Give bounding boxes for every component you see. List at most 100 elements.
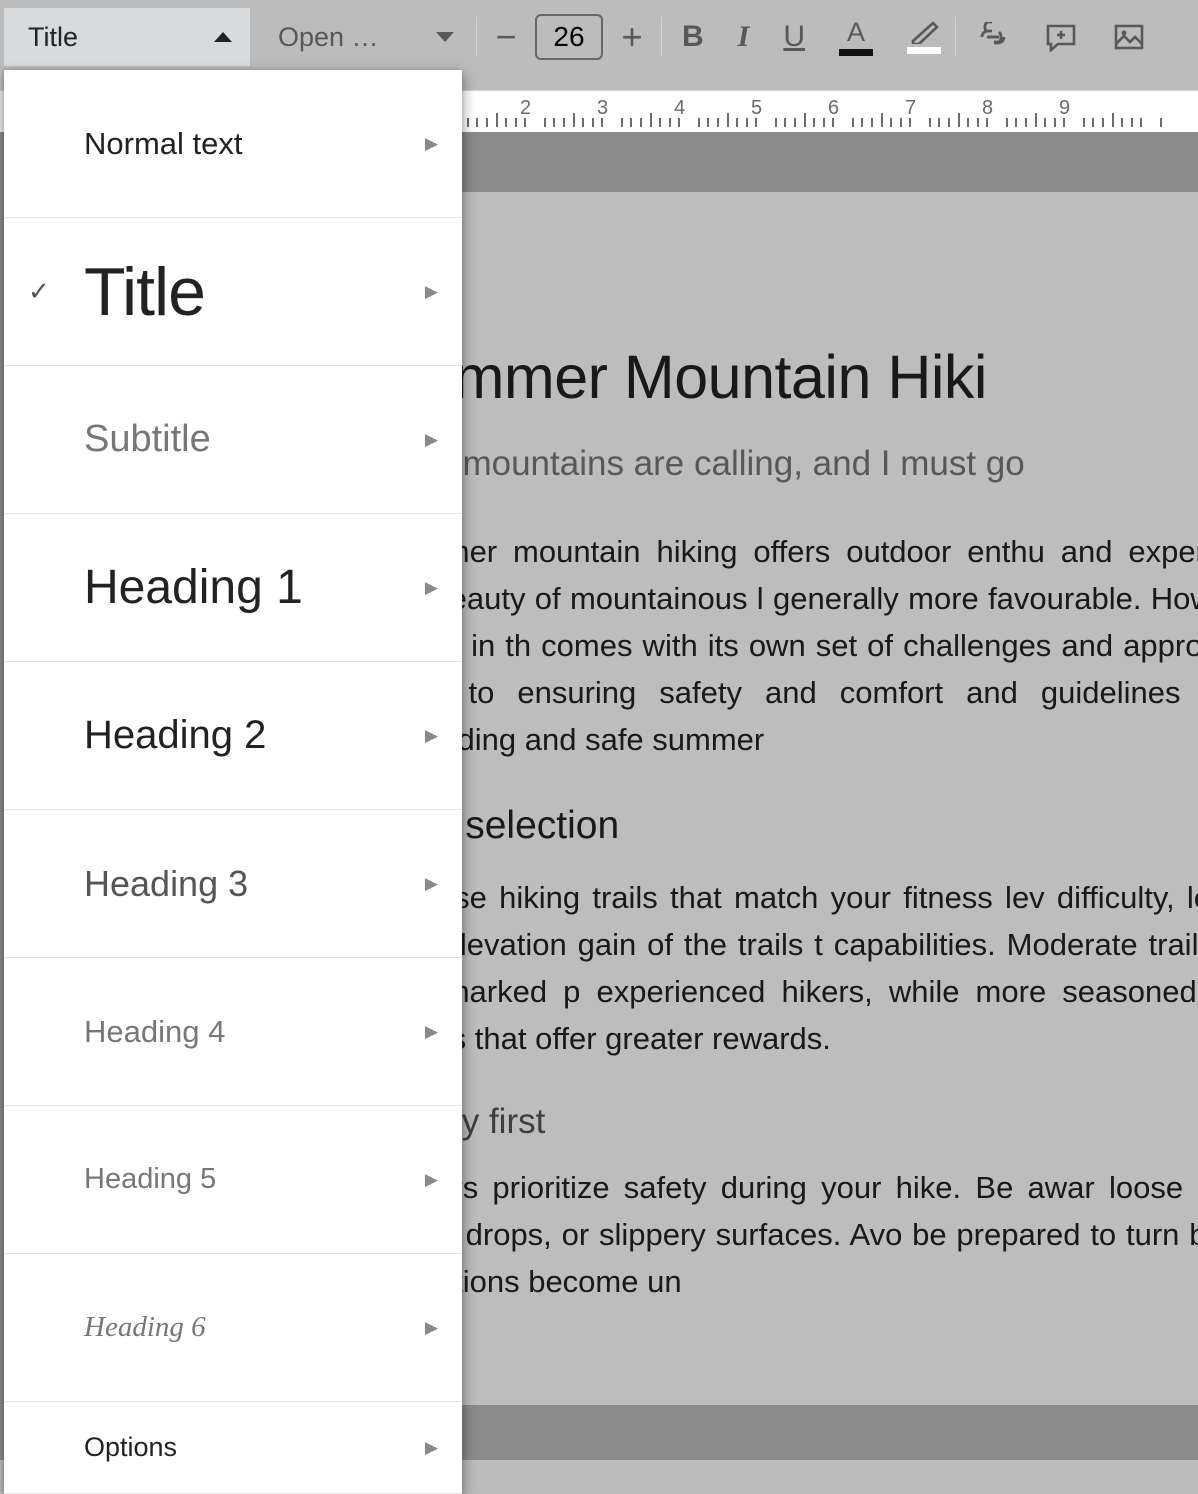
menu-item-label: Heading 6 — [78, 1311, 425, 1344]
comment-icon — [1044, 22, 1078, 52]
toolbar-separator — [476, 17, 477, 57]
menu-item-label: Heading 1 — [78, 560, 425, 615]
chevron-down-icon — [436, 32, 454, 42]
submenu-arrow-icon: ▶ — [425, 1438, 438, 1458]
ruler-tick — [582, 118, 584, 127]
style-menu-item[interactable]: Heading 3▶ — [4, 810, 462, 958]
ruler-tick — [467, 118, 469, 127]
ruler-tick — [804, 113, 806, 127]
ruler-number: 2 — [520, 97, 531, 120]
submenu-arrow-icon: ▶ — [425, 1022, 438, 1042]
toolbar-separator — [955, 17, 956, 57]
ruler-tick — [1006, 118, 1008, 127]
formatting-toolbar: Title Open … − + B I U A — [4, 8, 1198, 66]
ruler-tick — [852, 118, 854, 127]
ruler-tick — [717, 118, 719, 127]
ruler-tick — [784, 118, 786, 127]
ruler-tick — [881, 113, 883, 127]
horizontal-ruler[interactable]: 123456789 — [380, 90, 1198, 134]
ruler-tick — [707, 118, 709, 127]
ruler-tick — [486, 118, 488, 127]
toolbar-separator — [661, 17, 662, 57]
ruler-number: 8 — [982, 97, 993, 120]
style-options-item[interactable]: Options ▶ — [4, 1402, 462, 1494]
decrease-font-size-button[interactable]: − — [491, 16, 521, 58]
ruler-tick — [553, 118, 555, 127]
add-comment-button[interactable] — [1044, 22, 1078, 52]
menu-item-label: Heading 3 — [78, 863, 425, 905]
increase-font-size-button[interactable]: + — [617, 16, 647, 58]
ruler-tick — [496, 113, 498, 127]
paragraph-style-label: Title — [28, 22, 78, 53]
ruler-tick — [1015, 118, 1017, 127]
submenu-arrow-icon: ▶ — [425, 578, 438, 598]
image-icon — [1112, 22, 1146, 52]
ruler-tick — [621, 118, 623, 127]
ruler-tick — [1140, 118, 1142, 127]
ruler-tick — [823, 118, 825, 127]
underline-button[interactable]: U — [783, 20, 805, 54]
link-icon — [976, 22, 1010, 52]
ruler-number: 7 — [905, 97, 916, 120]
ruler-tick — [871, 118, 873, 127]
ruler-tick — [669, 118, 671, 127]
menu-item-label: Title — [78, 253, 425, 331]
ruler-tick — [573, 113, 575, 127]
ruler-tick — [592, 118, 594, 127]
submenu-arrow-icon: ▶ — [425, 726, 438, 746]
submenu-arrow-icon: ▶ — [425, 1170, 438, 1190]
submenu-arrow-icon: ▶ — [425, 134, 438, 154]
ruler-number: 4 — [674, 97, 685, 120]
paragraph-style-dropdown[interactable]: Title — [4, 8, 250, 66]
ruler-tick — [890, 118, 892, 127]
font-family-dropdown[interactable]: Open … — [270, 8, 462, 66]
ruler-tick — [794, 118, 796, 127]
chevron-up-icon — [214, 32, 232, 42]
ruler-tick — [476, 118, 478, 127]
style-menu-item[interactable]: Heading 6▶ — [4, 1254, 462, 1402]
ruler-tick — [832, 118, 834, 127]
insert-link-button[interactable] — [976, 22, 1010, 52]
menu-item-label: Normal text — [78, 126, 425, 162]
ruler-tick — [929, 118, 931, 127]
ruler-number: 6 — [828, 97, 839, 120]
ruler-tick — [1131, 118, 1133, 127]
ruler-tick — [755, 118, 757, 127]
style-menu-item[interactable]: Heading 2▶ — [4, 662, 462, 810]
menu-item-label: Subtitle — [78, 418, 425, 461]
ruler-tick — [544, 118, 546, 127]
submenu-arrow-icon: ▶ — [425, 874, 438, 894]
ruler-number: 9 — [1059, 97, 1070, 120]
ruler-tick — [563, 118, 565, 127]
style-menu-item[interactable]: ✓Title▶ — [4, 218, 462, 366]
insert-image-button[interactable] — [1112, 22, 1146, 52]
ruler-tick — [1063, 118, 1065, 127]
check-icon: ✓ — [28, 276, 78, 307]
ruler-tick — [601, 118, 603, 127]
style-menu-item[interactable]: Heading 5▶ — [4, 1106, 462, 1254]
ruler-number: 3 — [597, 97, 608, 120]
style-menu-item[interactable]: Heading 1▶ — [4, 514, 462, 662]
menu-item-label: Heading 5 — [78, 1163, 425, 1196]
ruler-tick — [861, 118, 863, 127]
submenu-arrow-icon: ▶ — [425, 282, 438, 302]
ruler-tick — [1112, 113, 1114, 127]
highlight-color-button[interactable] — [907, 20, 941, 54]
ruler-tick — [746, 118, 748, 127]
ruler-number: 5 — [751, 97, 762, 120]
menu-item-label: Heading 2 — [78, 713, 425, 758]
ruler-tick — [1121, 118, 1123, 127]
ruler-tick — [736, 118, 738, 127]
bold-button[interactable]: B — [682, 20, 704, 54]
font-size-input[interactable] — [535, 14, 603, 60]
style-menu-item[interactable]: Subtitle▶ — [4, 366, 462, 514]
style-menu-item[interactable]: Normal text▶ — [4, 70, 462, 218]
highlighter-icon — [909, 20, 939, 44]
font-size-group: − + — [491, 14, 647, 60]
ruler-tick — [515, 118, 517, 127]
ruler-tick — [524, 118, 526, 127]
italic-button[interactable]: I — [738, 20, 750, 54]
text-color-button[interactable]: A — [839, 19, 873, 56]
ruler-tick — [1160, 118, 1162, 127]
style-menu-item[interactable]: Heading 4▶ — [4, 958, 462, 1106]
